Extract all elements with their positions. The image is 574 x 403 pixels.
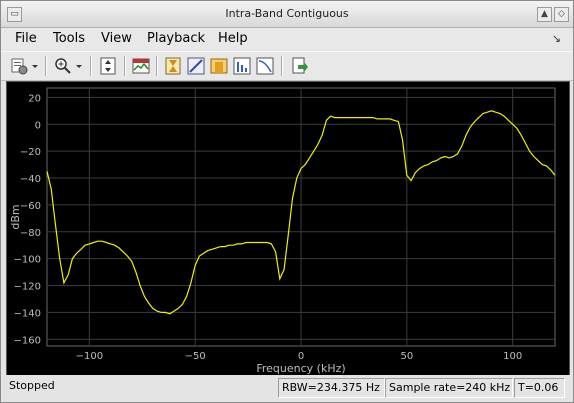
zoom-in-icon[interactable] xyxy=(53,56,73,76)
distortion-icon[interactable] xyxy=(232,56,252,76)
x-tick-labels: −100 −50 0 50 100 xyxy=(76,351,523,362)
spectrum-chart: −100 −50 0 50 100 20 0 −20 −40 −60 −80 −100 −120 −14… xyxy=(9,87,556,375)
toolbar-separator xyxy=(45,56,47,76)
y-tick-label: −40 xyxy=(20,174,41,185)
y-tick-label: −20 xyxy=(20,147,41,158)
y-axis-label: dBm xyxy=(9,204,22,229)
menu-playback[interactable]: Playback xyxy=(147,31,205,46)
y-tick-label: −120 xyxy=(14,282,41,293)
y-tick-label: 0 xyxy=(35,120,41,131)
x-axis-label: Frequency (kHz) xyxy=(256,362,345,375)
peak-finder-icon[interactable] xyxy=(163,56,183,76)
spectrum-plot[interactable]: −100 −50 0 50 100 20 0 −20 −40 −60 −80 −100 −120 −14… xyxy=(6,81,570,376)
menu-bar: File Tools View Playback Help ↘ xyxy=(1,28,573,50)
x-tick-label: −50 xyxy=(185,351,206,362)
title-bar: ▭ Intra-Band Contiguous ▲ ◇ xyxy=(1,1,573,28)
maximize-icon[interactable]: ◇ xyxy=(554,7,569,22)
status-state: Stopped xyxy=(9,379,55,392)
ccdf-icon[interactable] xyxy=(255,56,275,76)
dropdown-arrow-icon[interactable] xyxy=(29,56,41,76)
x-tick-label: 0 xyxy=(298,351,304,362)
export-icon[interactable] xyxy=(289,56,309,76)
y-tick-label: −160 xyxy=(14,335,41,346)
menu-file[interactable]: File xyxy=(15,31,37,46)
dropdown-arrow-icon[interactable] xyxy=(73,56,85,76)
autoscale-icon[interactable] xyxy=(98,56,118,76)
toolbar-separator xyxy=(281,56,283,76)
menu-help[interactable]: Help xyxy=(218,31,248,46)
undock-icon[interactable]: ↘ xyxy=(552,32,561,45)
y-tick-label: −60 xyxy=(20,201,41,212)
status-bar: Stopped RBW=234.375 Hz Sample rate=240 k… xyxy=(1,375,573,402)
minimize-icon[interactable]: ▲ xyxy=(537,7,552,22)
status-sample-rate: Sample rate=240 kHz xyxy=(385,378,513,398)
channel-measurement-icon[interactable] xyxy=(209,56,229,76)
measurement-icon[interactable] xyxy=(186,56,206,76)
spectrum-settings-icon[interactable] xyxy=(131,56,151,76)
menu-view[interactable]: View xyxy=(101,31,132,46)
status-rbw: RBW=234.375 Hz xyxy=(278,378,385,398)
y-tick-label: −80 xyxy=(20,228,41,239)
x-tick-label: 50 xyxy=(400,351,413,362)
app-window: ▭ Intra-Band Contiguous ▲ ◇ File Tools V… xyxy=(0,0,574,403)
x-tick-label: 100 xyxy=(503,351,522,362)
toolbar-separator xyxy=(90,56,92,76)
toolbar-separator xyxy=(156,56,158,76)
status-time: T=0.06 xyxy=(514,378,565,398)
x-tick-label: −100 xyxy=(76,351,103,362)
toolbar-separator xyxy=(124,56,126,76)
y-tick-label: 20 xyxy=(28,93,41,104)
window-title: Intra-Band Contiguous xyxy=(225,7,349,20)
toolbar xyxy=(1,51,573,81)
y-tick-label: −140 xyxy=(14,308,41,319)
y-tick-label: −100 xyxy=(14,255,41,266)
menu-tools[interactable]: Tools xyxy=(53,31,85,46)
print-settings-icon[interactable] xyxy=(9,56,29,76)
